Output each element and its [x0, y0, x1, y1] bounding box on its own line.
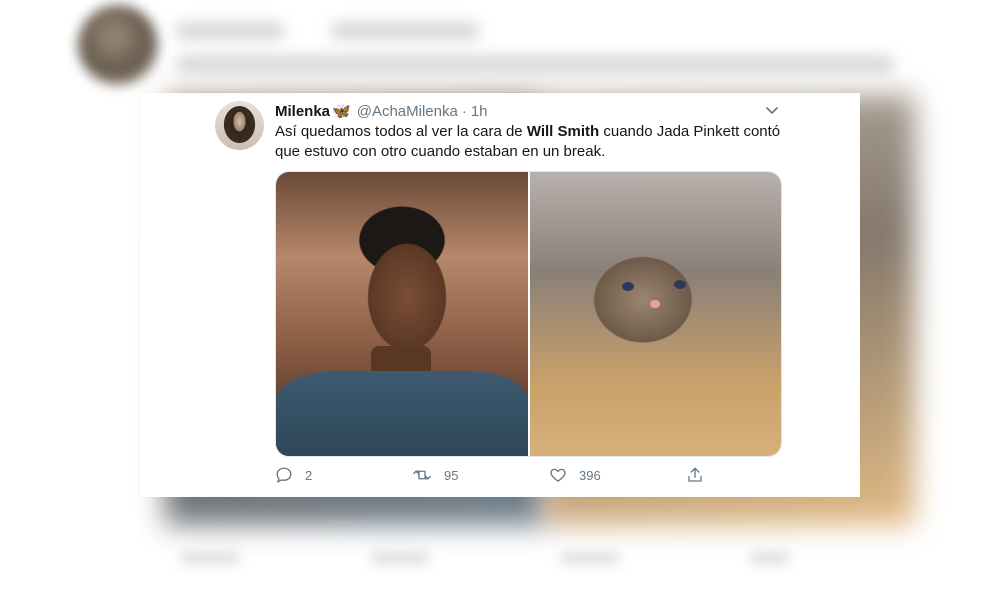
tweet-actions: 2 95 396: [275, 465, 745, 485]
separator-dot: ·: [461, 102, 467, 120]
tweet-text: Así quedamos todos al ver la cara de Wil…: [275, 122, 795, 162]
cat-nose: [649, 300, 660, 308]
blurred-action: [560, 552, 620, 564]
handle[interactable]: @AchaMilenka: [357, 103, 458, 120]
like-count: 396: [579, 467, 601, 483]
cat-eye-left: [621, 282, 634, 291]
blurred-avatar: [78, 5, 158, 85]
avatar[interactable]: [215, 101, 264, 150]
blurred-action: [370, 552, 430, 564]
man-photo[interactable]: [276, 172, 528, 456]
tweet-media[interactable]: [275, 171, 782, 457]
tweet-header: Milenka 🦋 @AchaMilenka · 1h: [275, 101, 488, 121]
like-button[interactable]: 396: [549, 466, 686, 484]
display-name[interactable]: Milenka: [275, 103, 330, 120]
cat-eye-right: [673, 280, 686, 289]
reply-icon: [276, 467, 292, 484]
retweet-count: 95: [444, 467, 459, 483]
tweet-text-bold: Will Smith: [526, 123, 600, 140]
share-icon: [688, 467, 702, 482]
blurred-handle-line: [330, 22, 480, 40]
reply-count: 2: [305, 467, 313, 483]
retweet-icon: [413, 470, 431, 480]
reply-button[interactable]: 2: [275, 466, 412, 484]
retweet-button[interactable]: 95: [412, 466, 549, 484]
tweet-text-start: Así quedamos todos al ver la cara de: [275, 123, 527, 140]
like-icon: [550, 468, 566, 482]
shirt-shape: [276, 371, 528, 456]
crying-cat-photo[interactable]: [529, 172, 781, 456]
butterfly-icon: 🦋: [332, 103, 351, 120]
blurred-name-line: [175, 22, 285, 40]
chevron-down-icon[interactable]: [764, 103, 780, 119]
blurred-action: [750, 552, 790, 564]
share-button[interactable]: [686, 466, 716, 484]
blurred-action: [180, 552, 240, 564]
tweet-card[interactable]: Milenka 🦋 @AchaMilenka · 1h Así quedamos…: [140, 93, 860, 497]
timestamp[interactable]: 1h: [471, 103, 488, 120]
blurred-text-line: [175, 55, 895, 73]
